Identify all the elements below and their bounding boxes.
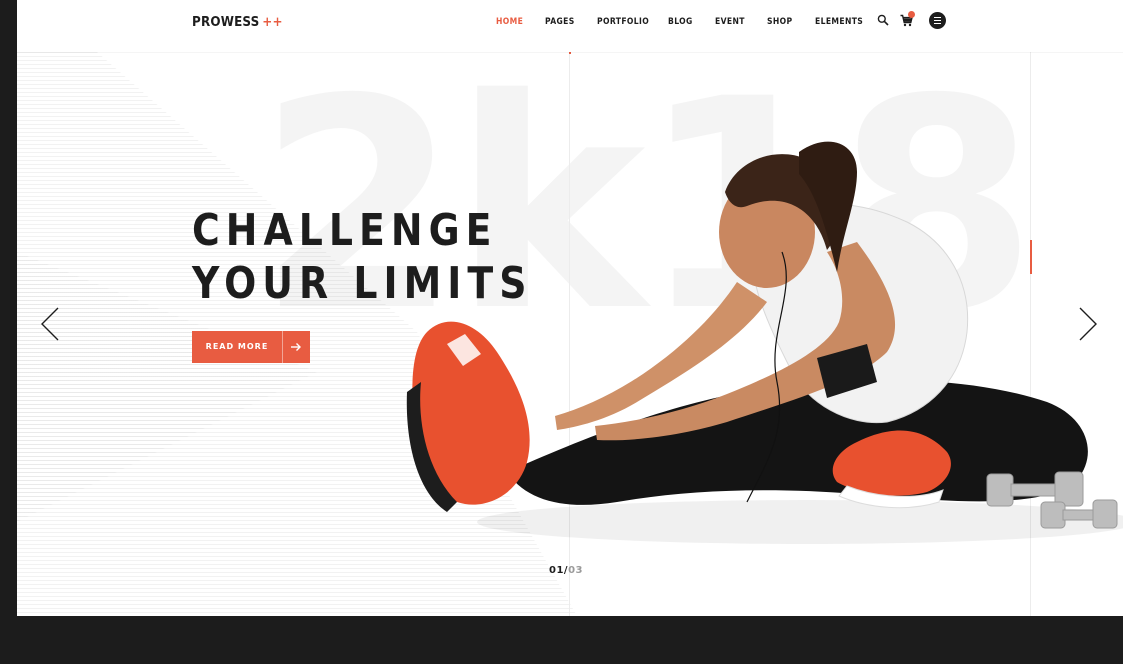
hero-headline-line-1: CHALLENGE <box>192 205 498 256</box>
nav-item-shop[interactable]: SHOP <box>767 17 792 27</box>
nav-item-blog[interactable]: BLOG <box>668 17 693 27</box>
search-icon[interactable] <box>877 14 889 26</box>
slider-prev-arrow-icon[interactable] <box>40 306 60 342</box>
read-more-button[interactable]: READ MORE <box>192 331 310 363</box>
cart-badge <box>908 11 915 18</box>
nav-item-portfolio[interactable]: PORTFOLIO <box>597 17 649 27</box>
hero-headline-line-2: YOUR LIMITS <box>192 258 533 309</box>
hero-headline: CHALLENGE YOUR LIMITS <box>192 204 532 310</box>
page-frame: PROWESS ++ HOME PAGES PORTFOLIO BLOG EVEN… <box>17 0 1123 616</box>
arrow-right-icon <box>291 343 301 351</box>
slide-current: 01 <box>549 565 564 576</box>
read-more-label: READ MORE <box>205 342 269 351</box>
nav-item-home[interactable]: HOME <box>496 17 523 27</box>
slide-total: 03 <box>568 565 583 576</box>
athlete-stretching-photo <box>406 141 1123 544</box>
nav-item-pages[interactable]: PAGES <box>545 17 575 27</box>
nav-item-elements[interactable]: ELEMENTS <box>815 17 863 27</box>
logo-mark: ++ <box>262 15 283 30</box>
logo-text: PROWESS <box>192 15 260 30</box>
site-header: PROWESS ++ HOME PAGES PORTFOLIO BLOG EVEN… <box>17 0 1123 52</box>
slider-next-arrow-icon[interactable] <box>1078 306 1098 342</box>
nav-item-event[interactable]: EVENT <box>715 17 745 27</box>
button-divider <box>282 331 283 363</box>
site-logo[interactable]: PROWESS ++ <box>192 15 283 30</box>
menu-icon[interactable] <box>929 12 946 29</box>
slide-counter: 01/03 <box>549 565 583 576</box>
hero-slider: 2k18 <box>17 44 1123 616</box>
